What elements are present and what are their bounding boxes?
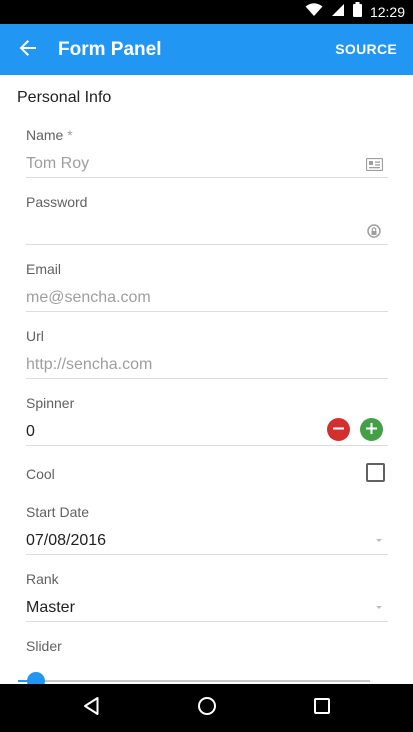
email-placeholder: me@sencha.com [26, 289, 151, 306]
cool-field: Cool [26, 463, 388, 485]
slider-thumb[interactable] [26, 672, 45, 684]
spinner-increment-button[interactable] [360, 418, 383, 441]
start-date-field: Start Date 07/08/2016 [26, 503, 388, 555]
chevron-down-icon[interactable] [376, 539, 382, 542]
nav-home-button[interactable] [195, 696, 219, 720]
spinner-field: Spinner 0 [26, 394, 388, 446]
status-icons: 12:29 [305, 0, 405, 24]
minus-icon [333, 417, 344, 443]
plus-icon [366, 417, 377, 443]
rank-select[interactable]: Master [26, 595, 388, 622]
navigation-bar [0, 684, 413, 732]
url-input[interactable]: http://sencha.com [26, 352, 388, 379]
name-field: Name * Tom Roy [26, 126, 388, 178]
start-date-label: Start Date [26, 504, 90, 520]
back-button[interactable] [14, 36, 42, 64]
contact-card-icon[interactable] [365, 155, 383, 173]
email-field: Email me@sencha.com [26, 260, 388, 312]
nav-back-button[interactable] [79, 696, 103, 720]
form-panel: Personal Info Name * Tom Roy Password Em… [0, 75, 413, 684]
wifi-icon [305, 2, 323, 22]
email-input[interactable]: me@sencha.com [26, 285, 388, 312]
arrow-back-icon [19, 39, 37, 62]
recents-square-icon [313, 697, 331, 720]
home-circle-icon [197, 696, 217, 721]
page-title: Form Panel [58, 39, 162, 60]
name-label: Name * [26, 126, 388, 144]
name-placeholder: Tom Roy [26, 155, 90, 172]
email-label: Email [26, 261, 62, 277]
start-date-value: 07/08/2016 [26, 532, 107, 549]
status-bar: 12:29 [0, 0, 413, 24]
spinner-decrement-button[interactable] [327, 418, 350, 441]
back-triangle-icon [82, 696, 100, 721]
status-time: 12:29 [369, 4, 405, 20]
password-label: Password [26, 194, 88, 210]
battery-icon [352, 2, 362, 22]
password-input[interactable] [26, 218, 388, 245]
name-label-text: Name [26, 127, 64, 143]
required-mark: * [67, 127, 73, 143]
section-title: Personal Info [17, 89, 112, 106]
rank-field: Rank Master [26, 570, 388, 622]
slider-track[interactable] [18, 680, 370, 682]
url-placeholder: http://sencha.com [26, 356, 153, 373]
start-date-input[interactable]: 07/08/2016 [26, 528, 388, 555]
signal-icon [331, 3, 345, 22]
reveal-password-icon[interactable] [365, 222, 383, 240]
spinner-value: 0 [26, 423, 35, 440]
app-bar: Form Panel SOURCE [0, 24, 413, 75]
url-field: Url http://sencha.com [26, 327, 388, 379]
name-input[interactable]: Tom Roy [26, 151, 388, 178]
nav-recents-button[interactable] [310, 696, 334, 720]
chevron-down-icon[interactable] [376, 606, 382, 609]
slider-field: Slider [26, 637, 388, 655]
url-label: Url [26, 328, 44, 344]
slider-label: Slider [26, 638, 62, 654]
cool-label: Cool [26, 466, 55, 482]
rank-value: Master [26, 599, 75, 616]
source-button[interactable]: SOURCE [335, 24, 397, 75]
rank-label: Rank [26, 571, 59, 587]
password-field: Password [26, 193, 388, 245]
cool-checkbox[interactable] [366, 463, 385, 482]
spinner-label: Spinner [26, 395, 75, 411]
spinner-input[interactable]: 0 [26, 418, 388, 446]
